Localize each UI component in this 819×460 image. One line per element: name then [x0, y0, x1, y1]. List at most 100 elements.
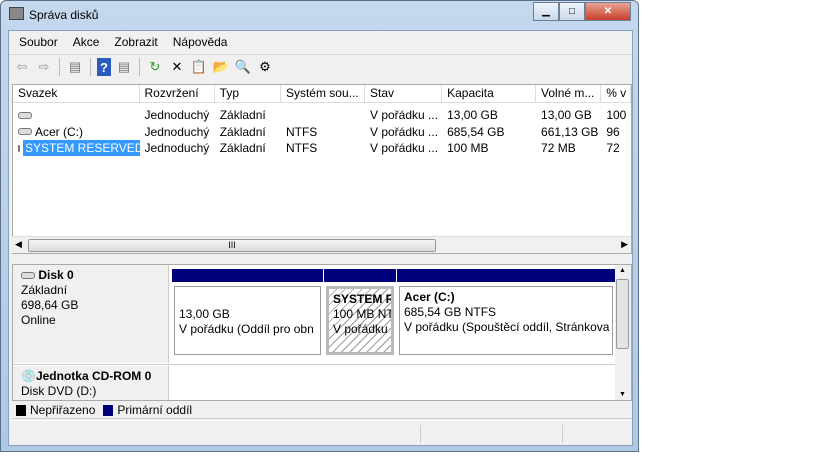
- cell: 72 MB: [541, 141, 576, 155]
- column-header[interactable]: Volné m...: [536, 85, 602, 102]
- vertical-scrollbar[interactable]: ▲ ▼: [615, 265, 631, 400]
- cell: 96: [606, 124, 620, 139]
- column-header[interactable]: Typ: [215, 85, 281, 102]
- show-hide-action-pane-icon[interactable]: ▤: [115, 58, 133, 76]
- partition-system-reserved[interactable]: SYSTEM RI 100 MB NT V pořádku: [324, 269, 396, 355]
- window: Správa disků ▁ □ ✕ Soubor Akce Zobrazit …: [0, 0, 639, 452]
- partition-status: V pořádku (Spouštěcí oddíl, Stránkova: [404, 320, 610, 334]
- list-header: Svazek Rozvržení Typ Systém sou... Stav …: [13, 85, 631, 103]
- separator: [59, 58, 60, 76]
- drive-icon: [18, 111, 32, 119]
- disk-status: Online: [21, 313, 56, 327]
- drive-icon: [18, 144, 20, 152]
- scrollbar-thumb[interactable]: [616, 279, 629, 349]
- partition-size: 685,54 GB NTFS: [404, 305, 497, 319]
- disk-icon: [21, 272, 35, 279]
- menu-bar: Soubor Akce Zobrazit Nápověda: [9, 31, 632, 53]
- disk-0-label[interactable]: Disk 0 Základní 698,64 GB Online: [13, 265, 169, 363]
- menu-zobrazit[interactable]: Zobrazit: [104, 31, 162, 53]
- cell: 100: [606, 108, 627, 122]
- disk-type: Disk DVD (D:): [21, 384, 97, 398]
- drive-icon: [18, 128, 32, 136]
- cell: 13,00 GB: [447, 108, 498, 122]
- cell: 72: [606, 141, 620, 155]
- legend-label: Nepřiřazeno: [30, 403, 96, 417]
- cdrom-icon: 💿: [21, 369, 36, 383]
- cell: NTFS: [285, 141, 318, 155]
- cell: 100 MB: [447, 141, 489, 155]
- settings-icon[interactable]: ⚙: [256, 58, 274, 76]
- back-icon[interactable]: ⇦: [13, 58, 31, 76]
- table-row[interactable]: Jednoduchý Základní V pořádku ... 13,00 GB 1…: [13, 107, 631, 124]
- scroll-up-icon[interactable]: ▲: [619, 267, 626, 274]
- column-header[interactable]: % v: [601, 85, 631, 102]
- minimize-button[interactable]: ▁: [533, 2, 559, 21]
- partition-size: 13,00 GB: [179, 307, 230, 321]
- partition-size: 100 MB NT: [333, 307, 394, 321]
- cell: Základní: [219, 108, 266, 122]
- horizontal-scrollbar[interactable]: ◀ III ▶: [12, 236, 631, 253]
- column-header[interactable]: Kapacita: [442, 85, 537, 102]
- scroll-down-icon[interactable]: ▼: [619, 391, 626, 398]
- menu-soubor[interactable]: Soubor: [9, 31, 63, 53]
- scroll-right-icon[interactable]: ▶: [621, 239, 628, 250]
- column-header[interactable]: Svazek: [13, 85, 140, 102]
- cell: V pořádku ...: [370, 124, 439, 139]
- partition-status: V pořádku: [333, 322, 388, 336]
- forward-icon[interactable]: ⇨: [35, 58, 53, 76]
- cell: Základní: [219, 141, 266, 155]
- column-header[interactable]: Systém sou...: [281, 85, 365, 102]
- disk-type: Základní: [21, 283, 68, 297]
- disk-map: Disk 0 Základní 698,64 GB Online 13,00 G…: [12, 264, 632, 401]
- legend-swatch-unallocated: [16, 404, 26, 416]
- partition-c[interactable]: Acer (C:) 685,54 GB NTFS V pořádku (Spoušt…: [397, 269, 615, 355]
- partition-title: SYSTEM RI: [333, 292, 394, 306]
- cell: 13,00 GB: [541, 108, 592, 122]
- explore-icon[interactable]: 🔍: [234, 58, 252, 76]
- volume-name: Acer (C:): [35, 124, 83, 139]
- toolbar: ⇦ ⇨ ▤ ? ▤ ↻ ✕ 📋 📂 🔍 ⚙: [9, 54, 632, 79]
- cell: Jednoduchý: [144, 108, 210, 122]
- show-hide-console-tree-icon[interactable]: ▤: [66, 58, 84, 76]
- disk-management-icon: [9, 7, 24, 20]
- disk-name: Jednotka CD-ROM 0: [35, 369, 152, 383]
- cell: V pořádku ...: [370, 108, 439, 122]
- cdrom-label[interactable]: 💿Jednotka CD-ROM 0 Disk DVD (D:): [13, 366, 169, 400]
- column-header[interactable]: Stav: [365, 85, 443, 102]
- disk-size: 698,64 GB: [21, 298, 79, 312]
- refresh-icon[interactable]: ↻: [146, 58, 164, 76]
- cell: [281, 107, 365, 124]
- properties-icon[interactable]: 📋: [190, 58, 208, 76]
- cell: V pořádku ...: [370, 141, 439, 155]
- status-bar: [12, 420, 632, 446]
- table-row[interactable]: Acer (C:) Jednoduchý Základní NTFS V pořádk…: [13, 124, 631, 141]
- cell: Jednoduchý: [144, 124, 210, 139]
- cell: Jednoduchý: [144, 141, 210, 155]
- menu-akce[interactable]: Akce: [63, 31, 105, 53]
- partition-recovery[interactable]: 13,00 GB V pořádku (Oddíl pro obn: [172, 269, 323, 355]
- disk-name: Disk 0: [38, 268, 74, 282]
- table-row-selected[interactable]: SYSTEM RESERVED Jednoduchý Základní NTFS V …: [13, 140, 631, 157]
- volume-list: Svazek Rozvržení Typ Systém sou... Stav …: [12, 84, 632, 254]
- cell: 685,54 GB: [447, 124, 505, 139]
- help-icon[interactable]: ?: [97, 58, 111, 76]
- cell: Základní: [219, 124, 266, 139]
- legend: Nepřiřazeno Primární oddíl: [12, 402, 632, 419]
- open-icon[interactable]: 📂: [212, 58, 230, 76]
- partition-title: Acer (C:): [404, 290, 455, 304]
- client-area: Soubor Akce Zobrazit Nápověda ⇦ ⇨ ▤ ? ▤ …: [8, 30, 633, 446]
- close-button[interactable]: ✕: [585, 2, 631, 21]
- legend-label: Primární oddíl: [117, 403, 193, 417]
- partition-status: V pořádku (Oddíl pro obn: [179, 322, 314, 336]
- window-title: Správa disků: [29, 8, 99, 22]
- separator: [90, 58, 91, 76]
- cell: NTFS: [285, 124, 318, 139]
- separator: [139, 58, 140, 76]
- legend-swatch-primary: [103, 404, 114, 416]
- column-header[interactable]: Rozvržení: [140, 85, 215, 102]
- menu-napoveda[interactable]: Nápověda: [163, 31, 233, 53]
- maximize-button[interactable]: □: [559, 2, 585, 21]
- scrollbar-thumb[interactable]: III: [28, 239, 436, 252]
- scroll-left-icon[interactable]: ◀: [15, 239, 22, 250]
- delete-icon[interactable]: ✕: [168, 58, 186, 76]
